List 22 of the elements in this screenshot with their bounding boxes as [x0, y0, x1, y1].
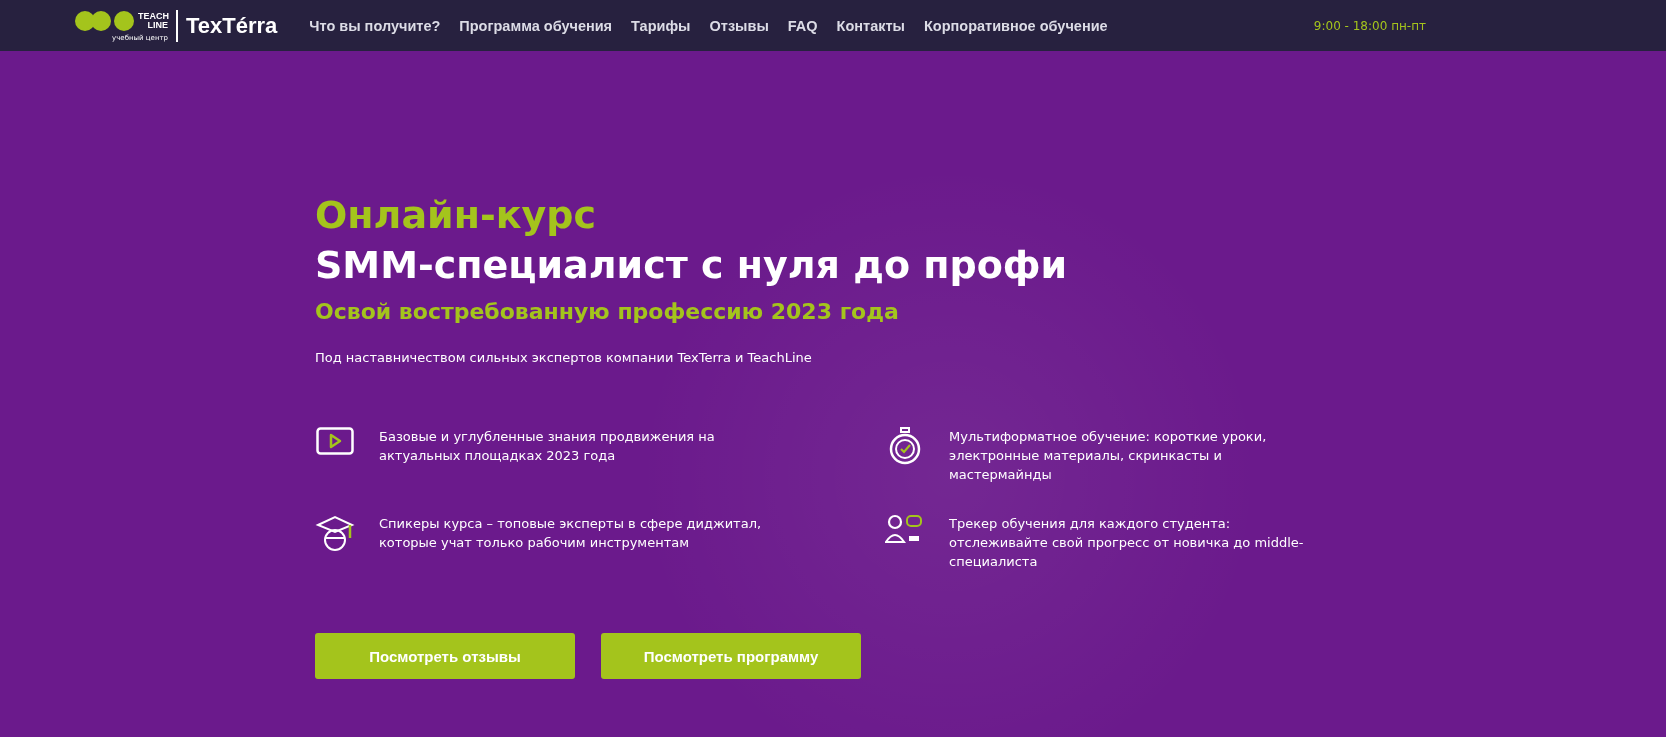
hero-title: SMM-специалист с нуля до профи	[315, 242, 1069, 289]
feature-text: Базовые и углубленные знания продвижения на актуальных площадках 2023 года	[379, 428, 716, 465]
hero-description: Под наставничеством сильных экспертов компании TexTerra и TeachLine	[315, 350, 813, 365]
feature-text: Мультиформатное обучение: короткие уроки, электронные материалы, скринкасты и мастермайнды	[949, 428, 1268, 484]
circles-logo-icon	[75, 9, 135, 32]
hero-subtitle: Освой востребованную профессию 2023 года	[315, 299, 900, 324]
feature-text: Трекер обучения для каждого студента: отслеживайте свой прогресс от новичка до middle-специалиста	[949, 515, 1305, 571]
nav-link[interactable]: Программа обучения	[459, 17, 613, 34]
working-hours: 9:00 - 18:00 пн-пт	[1313, 18, 1426, 33]
graduate-icon	[315, 514, 355, 552]
nav-link[interactable]: Тарифы	[631, 17, 691, 34]
nav-link[interactable]: Что вы получите?	[309, 17, 441, 34]
nav-link[interactable]: FAQ	[787, 17, 818, 34]
video-play-icon	[315, 427, 355, 457]
nav-link[interactable]: Отзывы	[709, 17, 769, 34]
nav-link[interactable]: Корпоративное обучение	[923, 17, 1108, 34]
nav-link[interactable]: Контакты	[836, 17, 905, 34]
feature-text: Спикеры курса – топовые эксперты в сфере диджитал, которые учат только рабочим инструментам	[379, 515, 763, 552]
student-chat-icon	[885, 514, 925, 544]
hero-kicker: Онлайн-курс	[315, 192, 597, 239]
logo-text: TEACH LINE	[138, 11, 168, 30]
brand-logo[interactable]: TexTérra	[186, 12, 278, 39]
